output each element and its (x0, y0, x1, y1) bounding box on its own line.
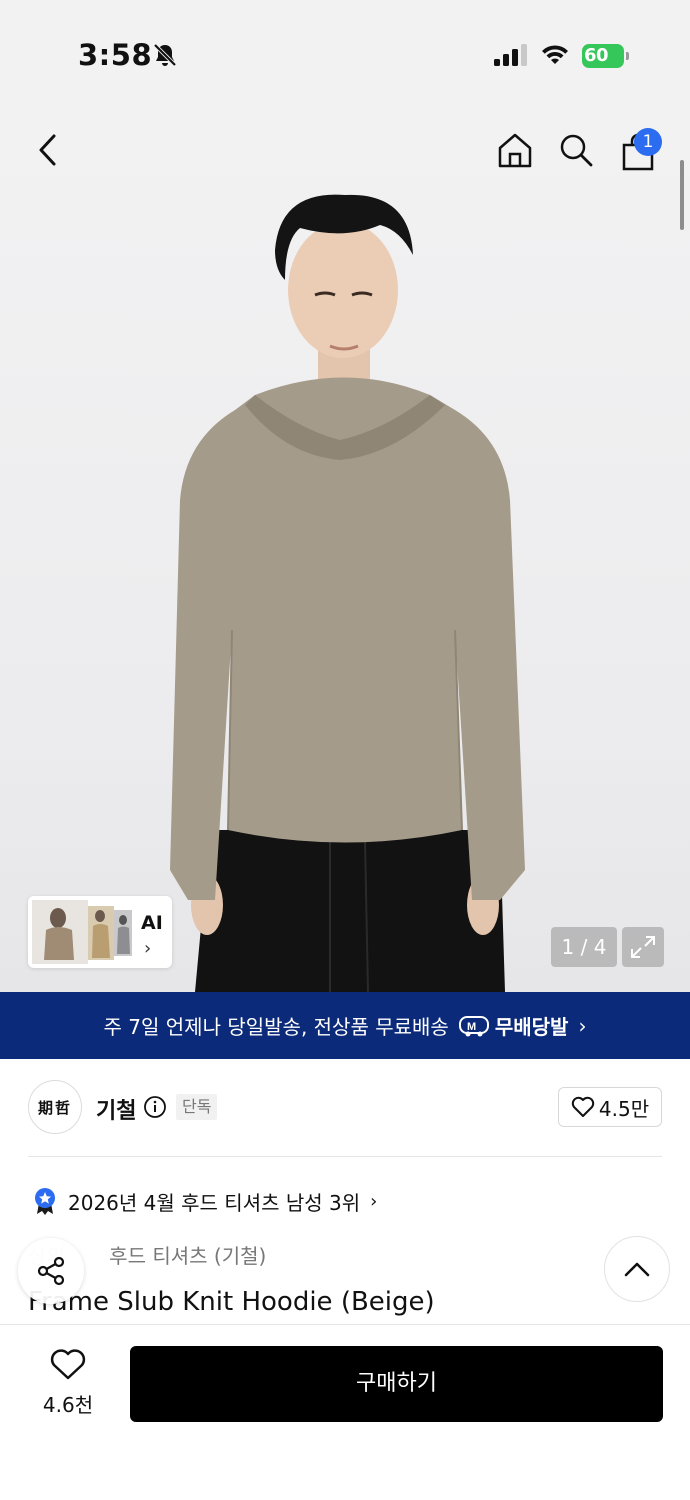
info-icon[interactable] (143, 1095, 167, 1119)
svg-text:M: M (467, 1021, 476, 1033)
search-button[interactable] (554, 128, 598, 172)
shipping-promo-banner[interactable]: 주 7일 언제나 당일발송, 전상품 무료배송 M 무배당발 › (0, 992, 690, 1059)
banner-chevron-icon: › (578, 1013, 587, 1038)
heart-icon (571, 1096, 595, 1117)
signal-icon (494, 44, 527, 66)
bottom-action-bar: 4.6천 구매하기 (0, 1324, 690, 1500)
banner-brand: 무배당발 (494, 1015, 569, 1039)
delivery-truck-icon: M (458, 1015, 489, 1036)
ranking-link[interactable]: 2026년 4월 후드 티셔츠 남성 3위 › (34, 1186, 377, 1216)
cart-count-badge: 1 (634, 128, 662, 156)
battery-indicator: 60 (582, 44, 630, 68)
model-photo (170, 194, 525, 992)
home-button[interactable] (493, 128, 537, 172)
category-name: 후드 티셔츠 (기철) (109, 1244, 267, 1268)
status-time: 3:58 (78, 38, 153, 72)
brand-like-button[interactable]: 4.5만 (558, 1087, 662, 1127)
home-icon (498, 133, 532, 168)
banner-text: 주 7일 언제나 당일발송, 전상품 무료배송 (103, 1015, 449, 1039)
status-bar: 3:58 60 (0, 0, 690, 110)
share-button[interactable] (18, 1238, 84, 1304)
ai-thumbnail-card[interactable]: AI › (28, 896, 172, 968)
ranking-chevron-icon: › (370, 1190, 378, 1212)
expand-image-button[interactable] (622, 927, 664, 967)
ranking-medal-icon (35, 1188, 55, 1215)
brand-like-count: 4.5만 (598, 1096, 650, 1121)
image-page-counter: 1 / 4 (551, 927, 617, 967)
product-image[interactable] (0, 110, 690, 992)
ai-label: AI (141, 912, 163, 934)
thumbnail-images (32, 900, 132, 964)
share-icon (37, 1256, 65, 1286)
brand-name[interactable]: 기철 (96, 1093, 136, 1125)
wishlist-count: 4.6천 (42, 1393, 94, 1417)
search-icon (560, 134, 593, 167)
chevron-up-icon (624, 1262, 650, 1277)
expand-icon (631, 936, 655, 958)
bell-off-icon (153, 43, 177, 67)
buy-button[interactable]: 구매하기 (130, 1346, 663, 1422)
wishlist-button[interactable]: 4.6천 (28, 1349, 108, 1421)
ranking-text: 2026년 4월 후드 티셔츠 남성 3위 (68, 1190, 361, 1215)
battery-cap (626, 52, 629, 60)
chevron-right-icon: › (144, 938, 152, 959)
back-button[interactable] (26, 128, 70, 172)
exclusive-badge: 단독 (176, 1094, 218, 1120)
divider (28, 1156, 662, 1157)
battery-level: 60 (584, 45, 609, 66)
chevron-left-icon (39, 134, 56, 166)
scrollbar[interactable] (680, 160, 684, 230)
product-title: Frame Slub Knit Hoodie (Beige) (28, 1287, 435, 1317)
scroll-top-button[interactable] (604, 1236, 670, 1302)
wifi-icon (542, 45, 568, 64)
heart-icon (50, 1349, 86, 1380)
brand-logo[interactable]: 期哲 (28, 1080, 82, 1134)
